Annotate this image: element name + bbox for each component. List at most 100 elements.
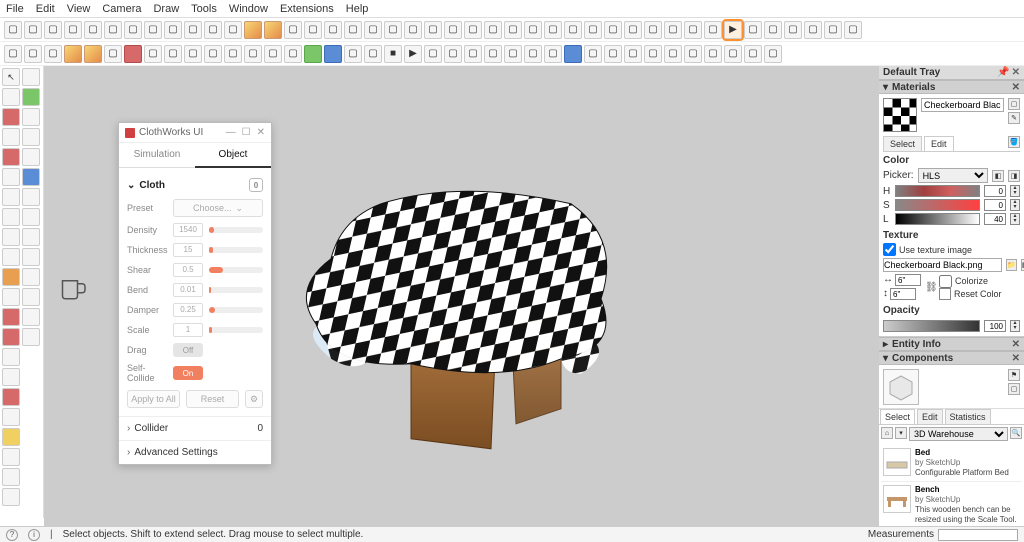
- tool-icon[interactable]: [2, 408, 20, 426]
- bend-slider[interactable]: [209, 287, 263, 293]
- tool-icon[interactable]: ▢: [504, 21, 522, 39]
- tool-icon[interactable]: [2, 448, 20, 466]
- close-icon[interactable]: ✕: [257, 127, 265, 138]
- tool-icon[interactable]: ▢: [544, 21, 562, 39]
- tool-icon[interactable]: ▢: [324, 21, 342, 39]
- viewport-3d[interactable]: ClothWorks UI — ☐ ✕ Simulation Object ⌄ …: [44, 66, 878, 526]
- tool-icon[interactable]: [22, 308, 40, 326]
- tool-icon[interactable]: ▢: [384, 21, 402, 39]
- tool-icon[interactable]: ▢: [604, 21, 622, 39]
- components-list[interactable]: Bedby SketchUpConfigurable Platform Bed …: [879, 443, 1024, 526]
- tool-icon[interactable]: ▢: [764, 45, 782, 63]
- damper-slider[interactable]: [209, 307, 263, 313]
- tool-icon[interactable]: [22, 188, 40, 206]
- tool-icon[interactable]: ▢: [224, 21, 242, 39]
- tool-icon[interactable]: ▢: [64, 21, 82, 39]
- component-flag-icon[interactable]: ⚑: [1008, 369, 1020, 381]
- material-swatch[interactable]: [883, 98, 917, 132]
- tool-icon[interactable]: ▢: [244, 45, 262, 63]
- search-icon[interactable]: 🔍: [1010, 427, 1022, 439]
- tool-icon[interactable]: ▢: [444, 45, 462, 63]
- tool-icon[interactable]: ▢: [444, 21, 462, 39]
- menu-tools[interactable]: Tools: [191, 3, 217, 15]
- tool-icon[interactable]: [324, 45, 342, 63]
- tool-icon[interactable]: ▢: [284, 21, 302, 39]
- browse-icon[interactable]: 📁: [1006, 259, 1017, 271]
- eyedropper-icon[interactable]: ✎: [1008, 112, 1020, 124]
- tool-icon[interactable]: ▢: [744, 45, 762, 63]
- menu-draw[interactable]: Draw: [153, 3, 179, 15]
- dropdown-icon[interactable]: ▾: [895, 427, 907, 439]
- tool-icon[interactable]: ▢: [204, 45, 222, 63]
- tool-icon[interactable]: ▢: [364, 21, 382, 39]
- tool-icon[interactable]: [2, 188, 20, 206]
- menu-camera[interactable]: Camera: [102, 3, 141, 15]
- menu-help[interactable]: Help: [346, 3, 369, 15]
- tool-icon[interactable]: ▢: [164, 45, 182, 63]
- tool-icon[interactable]: ▢: [644, 21, 662, 39]
- tool-icon[interactable]: [22, 248, 40, 266]
- tool-icon[interactable]: ▢: [104, 21, 122, 39]
- menu-view[interactable]: View: [67, 3, 91, 15]
- select-tool-icon[interactable]: ↖: [2, 68, 20, 86]
- self-collide-toggle[interactable]: On: [173, 366, 203, 380]
- tool-icon[interactable]: [2, 128, 20, 146]
- tool-icon[interactable]: ▢: [164, 21, 182, 39]
- tool-icon[interactable]: [22, 208, 40, 226]
- tool-icon[interactable]: ▢: [684, 45, 702, 63]
- tool-icon[interactable]: ▢: [404, 21, 422, 39]
- tool-icon[interactable]: ▢: [744, 21, 762, 39]
- tool-icon[interactable]: [2, 308, 20, 326]
- tool-icon[interactable]: ▢: [204, 21, 222, 39]
- tool-icon[interactable]: ▢: [424, 45, 442, 63]
- minimize-icon[interactable]: —: [226, 127, 236, 138]
- maximize-icon[interactable]: ☐: [242, 127, 251, 138]
- thickness-value[interactable]: 15: [173, 243, 203, 257]
- tool-icon[interactable]: [124, 45, 142, 63]
- tool-icon[interactable]: ▢: [144, 45, 162, 63]
- tool-icon[interactable]: [22, 108, 40, 126]
- tool-icon[interactable]: ▢: [124, 21, 142, 39]
- tool-icon[interactable]: ▢: [24, 45, 42, 63]
- tool-icon[interactable]: [22, 288, 40, 306]
- tool-icon[interactable]: [2, 148, 20, 166]
- tool-icon[interactable]: [2, 348, 20, 366]
- link-aspect-icon[interactable]: ⛓: [925, 282, 935, 293]
- pin-icon[interactable]: 📌: [997, 67, 1009, 78]
- tool-icon[interactable]: ▢: [704, 21, 722, 39]
- components-tab-statistics[interactable]: Statistics: [945, 409, 991, 424]
- tool-icon[interactable]: ▢: [684, 21, 702, 39]
- materials-tab-select[interactable]: Select: [883, 136, 922, 151]
- texture-file-input[interactable]: [883, 258, 1002, 272]
- tool-icon[interactable]: [2, 248, 20, 266]
- scale-value[interactable]: 1: [173, 323, 203, 337]
- component-item[interactable]: Bedby SketchUpConfigurable Platform Bed: [881, 445, 1022, 482]
- l-spinner[interactable]: ▴▾: [1010, 213, 1020, 225]
- tool-icon[interactable]: [244, 21, 262, 39]
- tool-icon[interactable]: [2, 328, 20, 346]
- texture-width[interactable]: [895, 274, 921, 286]
- tool-icon[interactable]: ▢: [624, 45, 642, 63]
- tool-icon[interactable]: [2, 288, 20, 306]
- tool-icon[interactable]: ▢: [84, 21, 102, 39]
- menu-edit[interactable]: Edit: [36, 3, 55, 15]
- tool-icon[interactable]: [22, 88, 40, 106]
- tab-object[interactable]: Object: [195, 143, 271, 168]
- tool-icon[interactable]: ▢: [524, 45, 542, 63]
- h-value[interactable]: [984, 185, 1006, 197]
- components-tab-select[interactable]: Select: [880, 409, 915, 424]
- density-slider[interactable]: [209, 227, 263, 233]
- tool-icon[interactable]: ▢: [544, 45, 562, 63]
- s-value[interactable]: [984, 199, 1006, 211]
- tool-icon[interactable]: [22, 168, 40, 186]
- preset-dropdown[interactable]: Choose...⌄: [173, 199, 263, 217]
- tray-title[interactable]: Default Tray 📌✕: [879, 66, 1024, 80]
- tool-icon[interactable]: ▢: [484, 45, 502, 63]
- shear-value[interactable]: 0.5: [173, 263, 203, 277]
- tool-icon[interactable]: [22, 128, 40, 146]
- tool-icon[interactable]: ▢: [304, 21, 322, 39]
- tool-icon[interactable]: ▢: [24, 21, 42, 39]
- entity-info-panel-header[interactable]: ▸Entity Info✕: [879, 337, 1024, 351]
- tool-icon[interactable]: ▢: [264, 45, 282, 63]
- tool-icon[interactable]: ▢: [104, 45, 122, 63]
